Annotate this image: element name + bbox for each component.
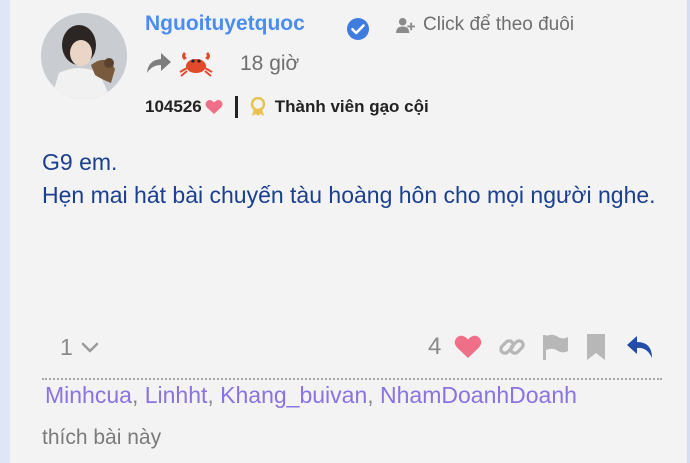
liker-comma: , (367, 382, 381, 408)
liker-link[interactable]: Linhht (145, 382, 208, 408)
likers-list: Minhcua, Linhht, Khang_buivan, NhamDoanh… (45, 382, 577, 409)
username-link[interactable]: Nguoituyetquoc (145, 12, 305, 36)
liker-comma: , (131, 382, 145, 408)
flag-icon[interactable] (541, 333, 569, 361)
liker-link[interactable]: NhamDoanhDoanh (380, 382, 577, 408)
chevron-down-icon (81, 342, 99, 353)
link-icon[interactable] (498, 333, 526, 361)
reply-count: 1 (60, 334, 73, 360)
follow-user-icon (396, 17, 415, 33)
user-rank: Thành viên gạo cội (274, 97, 429, 116)
verified-badge-icon (347, 18, 369, 40)
like-count[interactable]: 4 (428, 333, 441, 361)
liker-link[interactable]: Khang_buivan (220, 382, 367, 408)
post-body-line: G9 em. (42, 149, 118, 175)
liked-suffix: thích bài này (42, 426, 162, 449)
share-icon[interactable] (146, 52, 172, 74)
avatar[interactable] (41, 13, 127, 99)
liker-link[interactable]: Minhcua (45, 382, 132, 408)
user-stats: 104526 Thành viên gạo cội (145, 95, 429, 119)
avatar-image (41, 13, 127, 99)
follow-button[interactable]: Click để theo đuôi (396, 14, 574, 36)
crab-icon (179, 52, 213, 77)
bookmark-icon[interactable] (585, 333, 607, 361)
follow-label: Click để theo đuôi (423, 14, 575, 35)
replies-toggle[interactable]: 1 (60, 334, 99, 361)
badge-icon (250, 97, 265, 116)
heart-icon (205, 100, 223, 114)
post-body: G9 em. Hẹn mai hát bài chuyến tàu hoàng … (42, 146, 662, 212)
reply-icon[interactable] (625, 334, 655, 360)
post-body-line: Hẹn mai hát bài chuyến tàu hoàng hôn cho… (42, 182, 656, 208)
post-time[interactable]: 18 giờ (240, 52, 299, 76)
stats-divider (234, 96, 238, 118)
user-points: 104526 (145, 97, 202, 116)
likes-separator (42, 378, 662, 380)
left-frame-border (0, 0, 10, 463)
like-heart-icon[interactable] (454, 334, 482, 359)
liker-comma: , (207, 382, 221, 408)
